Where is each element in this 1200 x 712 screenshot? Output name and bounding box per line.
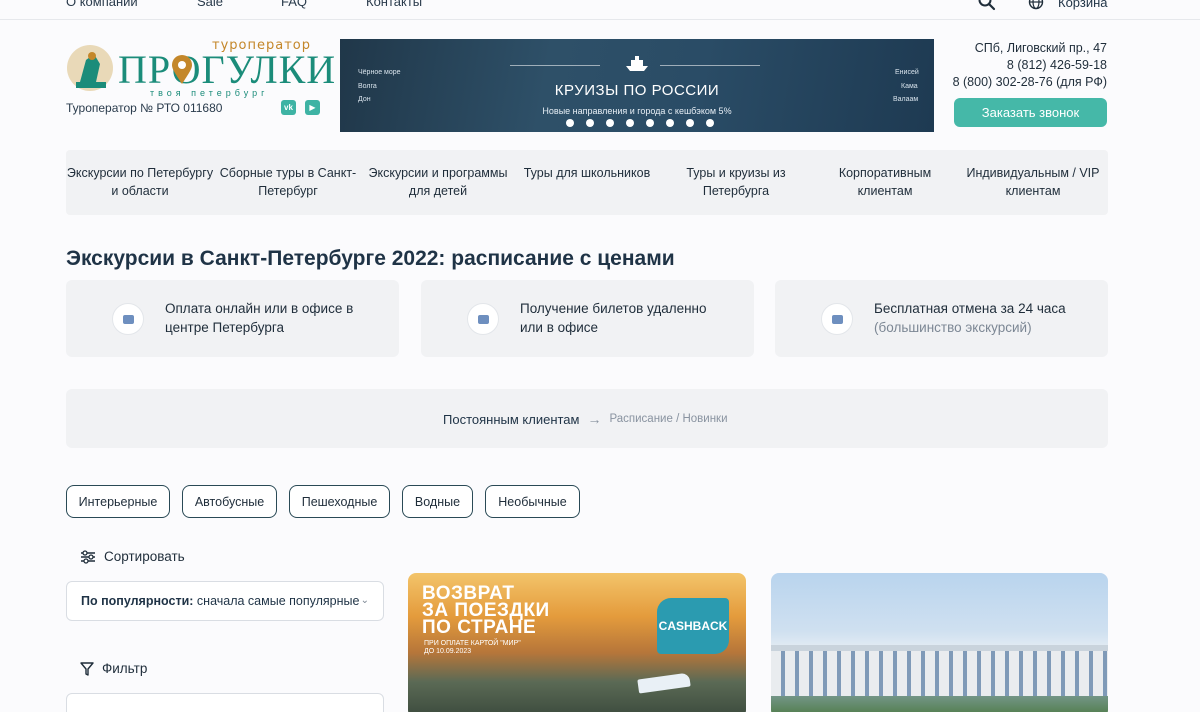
pagination-dot[interactable] (706, 119, 714, 127)
logo-subtitle: твоя петербург (150, 88, 269, 98)
crumb-regular-clients[interactable]: Постоянным клиентам (443, 412, 579, 427)
pagination-dot[interactable] (566, 119, 574, 127)
hourglass-icon (821, 303, 853, 335)
banner-title: КРУИЗЫ ПО РОССИИ (554, 82, 720, 99)
sliders-icon (81, 549, 95, 564)
feature-note: (большинство экскурсий) (874, 320, 1032, 335)
sort-label: Сортировать (80, 549, 185, 564)
menu-item-group-tours[interactable]: Сборные туры в Санкт-Петербург (214, 164, 362, 200)
chevron-down-icon: ⌄ (360, 595, 369, 606)
banner-pagination (566, 119, 714, 127)
top-nav: О компании Sale FAQ Контакты Корзина (0, 0, 1200, 20)
logo-wordmark: ПРОГУЛКИ (118, 47, 337, 92)
license-text: Туроператор № РТО 011680 (66, 101, 223, 115)
search-icon[interactable] (978, 0, 996, 11)
cashback-badge: CASHBACK (657, 598, 729, 654)
contacts: СПб, Лиговский пр., 47 8 (812) 426-59-18… (953, 40, 1107, 91)
ticket-icon (467, 303, 499, 335)
pagination-dot[interactable] (666, 119, 674, 127)
nav-link-sale[interactable]: Sale (197, 0, 223, 9)
menu-item-excursions[interactable]: Экскурсии по Петербургу и области (65, 164, 215, 200)
sort-label-text: Сортировать (104, 549, 185, 564)
pagination-dot[interactable] (586, 119, 594, 127)
wallet-icon (112, 303, 144, 335)
banner-city: Енисей (895, 69, 919, 76)
map-pin-icon (172, 55, 192, 84)
tag-water[interactable]: Водные (402, 485, 473, 518)
menu-item-corporate[interactable]: Корпоративным клиентам (810, 164, 960, 200)
address: СПб, Лиговский пр., 47 (974, 41, 1107, 55)
logo-emblem-icon (67, 45, 113, 91)
feature-card-payment: Оплата онлайн или в офисе в центре Петер… (66, 280, 399, 357)
sort-value-bold: По популярности: (81, 594, 194, 608)
filter-label-text: Фильтр (102, 661, 148, 676)
pagination-dot[interactable] (626, 119, 634, 127)
tag-interior[interactable]: Интерьерные (66, 485, 170, 518)
filter-icon (80, 661, 94, 676)
menu-item-cruises[interactable]: Туры и круизы из Петербурга (661, 164, 811, 200)
palace-image (771, 651, 1108, 696)
vk-icon[interactable]: vk (281, 100, 296, 115)
tag-bus[interactable]: Автобусные (182, 485, 277, 518)
phone-rf[interactable]: 8 (800) 302-28-76 (для РФ) (953, 74, 1107, 91)
menu-item-vip[interactable]: Индивидуальным / VIP клиентам (959, 164, 1107, 200)
youtube-icon[interactable]: ▶ (305, 100, 320, 115)
arrow-right-icon: → (587, 411, 602, 427)
cart-label: Корзина (1058, 0, 1108, 10)
promo-title-line: ПО СТРАНЕ (422, 617, 537, 638)
banner-subtitle: Новые направления и города с кешбэком 5% (542, 106, 732, 116)
tag-unusual[interactable]: Необычные (485, 485, 580, 518)
sort-select[interactable]: По популярности: сначала самые популярны… (66, 581, 384, 621)
menu-item-kids[interactable]: Экскурсии и программы для детей (363, 164, 513, 200)
phone-spb[interactable]: 8 (812) 426-59-18 (953, 57, 1107, 74)
feature-text: Получение билетов удаленно (520, 301, 707, 316)
feature-card-tickets: Получение билетов удаленно или в офисе (421, 280, 754, 357)
nav-link-about[interactable]: О компании (66, 0, 138, 9)
banner-divider (510, 65, 600, 66)
feature-text: центре Петербурга (165, 320, 284, 335)
cruise-ship-image (637, 672, 691, 694)
sort-value: сначала самые популярные (196, 594, 360, 608)
menu-item-schools[interactable]: Туры для школьников (512, 164, 662, 182)
excursion-card-palace[interactable] (771, 573, 1108, 712)
breadcrumb: Постоянным клиентам → Расписание / Новин… (66, 389, 1108, 448)
cart-button[interactable]: Корзина (1028, 0, 1108, 10)
feature-text: Бесплатная отмена за 24 часа (874, 301, 1066, 316)
pagination-dot[interactable] (646, 119, 654, 127)
callback-button[interactable]: Заказать звонок (954, 98, 1107, 127)
feature-card-cancel: Бесплатная отмена за 24 часа (большинств… (775, 280, 1108, 357)
main-menu: Экскурсии по Петербургу и области Сборны… (66, 150, 1108, 215)
crumb-schedule-news[interactable]: Расписание / Новинки (609, 413, 727, 425)
nav-link-contacts[interactable]: Контакты (366, 0, 422, 9)
filter-label: Фильтр (80, 661, 147, 676)
page-title: Экскурсии в Санкт-Петербурге 2022: распи… (66, 247, 675, 270)
feature-text: Оплата онлайн или в офисе в (165, 301, 354, 316)
globe-icon (1028, 0, 1044, 10)
filter-panel[interactable] (66, 693, 384, 712)
feature-text: или в офисе (520, 320, 599, 335)
ship-icon (626, 56, 648, 71)
promo-banner[interactable]: Чёрное море Волга Дон Енисей Кама Валаам… (340, 39, 934, 132)
pagination-dot[interactable] (606, 119, 614, 127)
promo-note: ПРИ ОПЛАТЕ КАРТОЙ "МИР" (424, 640, 521, 647)
promo-note: ДО 10.09.2023 (424, 648, 472, 655)
tag-walking[interactable]: Пешеходные (289, 485, 390, 518)
banner-city: Чёрное море (358, 69, 401, 76)
nav-link-faq[interactable]: FAQ (281, 0, 307, 9)
pagination-dot[interactable] (686, 119, 694, 127)
promo-card-cashback[interactable]: ВОЗВРАТ ЗА ПОЕЗДКИ ПО СТРАНЕ ПРИ ОПЛАТЕ … (408, 573, 746, 712)
banner-divider (660, 65, 760, 66)
